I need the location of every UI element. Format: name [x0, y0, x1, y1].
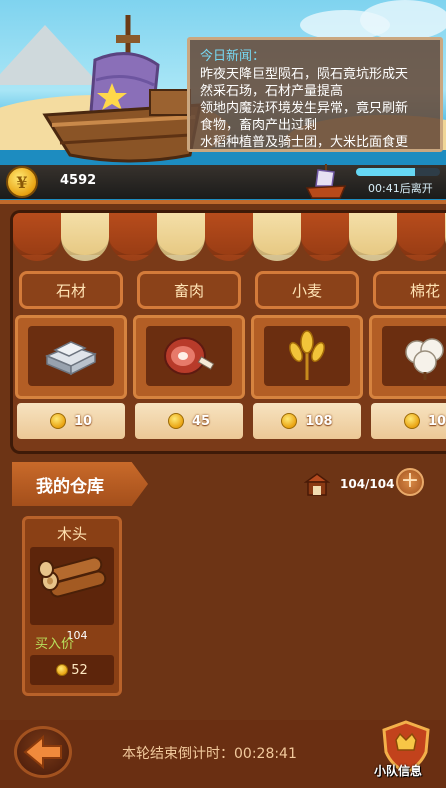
news-line: 食物，畜肉产出过剩: [200, 118, 318, 133]
wood-icon: 104: [30, 547, 114, 642]
arrow-left-icon: [23, 734, 62, 770]
news-line: 昨夜天降巨型陨石，陨石竟坑形成天: [200, 67, 409, 82]
warehouse-icon: [304, 473, 330, 496]
warehouse-capacity: 104/104: [340, 477, 395, 491]
news-title: 今日新闻：: [200, 49, 266, 64]
awning: [13, 213, 446, 269]
stall-box: [133, 315, 245, 399]
stall-price: 10: [73, 413, 93, 429]
back-button[interactable]: [14, 726, 72, 778]
departure-progress-fill: [356, 168, 415, 176]
ship-icon[interactable]: [40, 5, 210, 175]
warehouse-item-wood[interactable]: 木头 104 买入价 52: [22, 516, 122, 696]
news-body: 昨夜天降巨型陨石，陨石竟坑形成天 然采石场，石材产量提高 领地内魔法环境发生异常…: [200, 66, 432, 150]
coin-icon: [281, 413, 298, 429]
stall-box: [251, 315, 363, 399]
market-stall-cotton[interactable]: 棉花 10: [369, 271, 446, 451]
price-tag: 45: [135, 403, 243, 439]
coin-icon: ¥: [6, 166, 38, 198]
stone-icon: [28, 326, 114, 386]
coin-icon: [56, 664, 69, 676]
departure-timer: 00:41后离开: [368, 182, 433, 195]
cloud: [360, 0, 446, 40]
market-stall-stone[interactable]: 石材 10: [15, 271, 127, 451]
stall-box: [15, 315, 127, 399]
news-panel[interactable]: 今日新闻： 昨夜天降巨型陨石，陨石竟坑形成天 然采石场，石材产量提高 领地内魔法…: [187, 37, 443, 152]
news-line: 领地内魔法环境发生异常，竟只刷新: [200, 101, 409, 116]
wheat-icon: [264, 326, 350, 386]
price-tag: 108: [253, 403, 361, 439]
stall-price: 45: [191, 413, 211, 429]
coin-icon: [403, 413, 420, 429]
stall-price: 10: [427, 413, 446, 429]
round-countdown: 本轮结束倒计时：00:28:41: [122, 746, 297, 762]
buy-price-label: 买入价: [35, 637, 75, 652]
stall-label: 畜肉: [137, 271, 241, 309]
departure-progress-bar: [356, 168, 440, 176]
cotton-icon: [382, 326, 446, 386]
stall-label: 棉花: [373, 271, 446, 309]
team-info-button[interactable]: 小队信息: [374, 762, 422, 779]
coin-value: 4592: [60, 173, 97, 188]
buy-price-box: 52: [30, 655, 114, 685]
meat-icon: [146, 326, 232, 386]
mini-ship-icon: [305, 164, 347, 199]
stall-box: [369, 315, 446, 399]
stall-price: 108: [305, 413, 333, 429]
price-tag: 10: [17, 403, 125, 439]
stall-label: 石材: [19, 271, 123, 309]
news-line: 然采石场，石材产量提高: [200, 84, 344, 99]
warehouse-title: 我的仓库: [12, 462, 148, 506]
market-scroll[interactable]: 石材 10 畜肉 45 小麦 108 棉花 10: [10, 210, 446, 454]
item-name: 木头: [56, 525, 87, 543]
stall-label: 小麦: [255, 271, 359, 309]
coin-icon: [167, 413, 184, 429]
price-tag: 10: [371, 403, 446, 439]
news-line: 水稻种植普及骑士团，大米比面食更: [200, 135, 409, 150]
market-stall-wheat[interactable]: 小麦 108: [251, 271, 363, 451]
coin-icon: [49, 413, 66, 429]
expand-capacity-button[interactable]: +: [396, 468, 424, 496]
market-stall-meat[interactable]: 畜肉 45: [133, 271, 245, 451]
buy-price: 52: [71, 662, 88, 678]
